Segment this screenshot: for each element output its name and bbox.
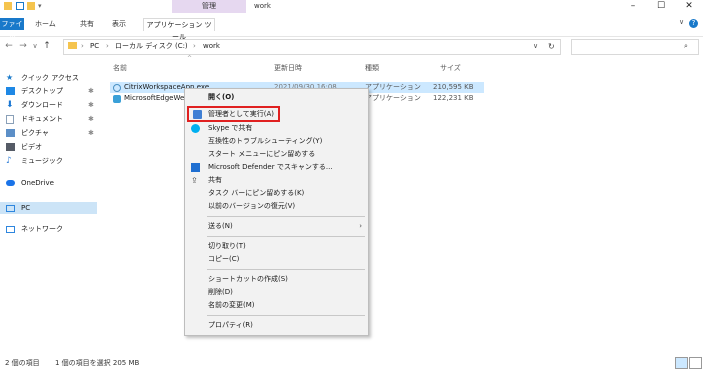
back-button[interactable]: ← [3, 39, 15, 53]
menu-item-copy[interactable]: コピー(C) [185, 253, 368, 266]
menu-item-create-shortcut[interactable]: ショートカットの作成(S) [185, 273, 368, 286]
pin-icon: ✱ [88, 87, 94, 95]
menu-item-pin-to-taskbar[interactable]: タスク バーにピン留めする(K) [185, 187, 368, 200]
menu-item-run-as-admin[interactable]: 管理者として実行(A) [187, 106, 280, 122]
menu-item-delete[interactable]: 削除(D) [185, 286, 368, 299]
status-selection: 1 個の項目を選択 205 MB [55, 359, 140, 367]
tab-home[interactable]: ホーム [35, 18, 56, 30]
context-menu: 開く(O) 管理者として実行(A) Skype で共有 互換性のトラブルシューテ… [184, 88, 369, 336]
music-icon: ♪ [6, 156, 12, 166]
refresh-icon[interactable]: ↻ [548, 40, 555, 53]
breadcrumb-pc[interactable]: PC [90, 40, 99, 53]
manage-context-tab[interactable]: 管理 [172, 0, 246, 13]
sidebar-item-desktop[interactable]: デスクトップ ✱ [0, 85, 100, 97]
submenu-arrow-icon: › [359, 222, 362, 230]
close-button[interactable]: ✕ [676, 0, 702, 13]
pin-icon: ✱ [88, 115, 94, 123]
defender-shield-icon [191, 163, 200, 172]
new-folder-icon[interactable] [27, 2, 35, 10]
menu-item-troubleshoot-compat[interactable]: 互換性のトラブルシューティング(Y) [185, 135, 368, 148]
menu-item-rename[interactable]: 名前の変更(M) [185, 299, 368, 312]
menu-item-open[interactable]: 開く(O) [185, 91, 368, 104]
up-button[interactable]: ↑ [41, 39, 53, 53]
properties-icon[interactable] [16, 2, 24, 10]
forward-button[interactable]: → [17, 39, 29, 53]
pictures-icon [6, 129, 15, 137]
ribbon-expand-icon[interactable]: ∨ [679, 18, 684, 26]
tab-view[interactable]: 表示 [112, 18, 126, 30]
menu-separator [207, 269, 365, 270]
download-icon: ⬇ [6, 100, 14, 110]
folder-icon [4, 2, 12, 10]
column-header-type[interactable]: 種類 [365, 63, 379, 73]
star-icon: ★ [6, 73, 14, 82]
breadcrumb-separator: › [193, 42, 196, 50]
search-input[interactable] [571, 39, 699, 55]
help-icon[interactable]: ? [689, 19, 698, 28]
menu-item-send-to[interactable]: 送る(N) › [185, 220, 368, 233]
sidebar-item-onedrive[interactable]: OneDrive [0, 177, 100, 189]
minimize-button[interactable]: – [620, 0, 646, 13]
sidebar-item-quick-access[interactable]: ★ クイック アクセス [0, 72, 100, 84]
menu-item-cut[interactable]: 切り取り(T) [185, 240, 368, 253]
column-header-size[interactable]: サイズ [440, 63, 461, 73]
sort-arrow-icon: ^ [187, 55, 193, 62]
breadcrumb-work[interactable]: work [203, 40, 220, 53]
document-icon [6, 115, 14, 124]
pin-icon: ✱ [88, 101, 94, 109]
share-icon: ⇪ [191, 176, 198, 185]
video-icon [6, 143, 15, 151]
menu-item-skype-share[interactable]: Skype で共有 [185, 122, 368, 135]
sidebar-item-documents[interactable]: ドキュメント ✱ [0, 113, 100, 125]
tab-share[interactable]: 共有 [80, 18, 94, 30]
column-header-modified[interactable]: 更新日時 [274, 63, 302, 73]
details-view-button[interactable] [675, 357, 688, 369]
sidebar-item-videos[interactable]: ビデオ [0, 141, 100, 153]
breadcrumb-separator: › [81, 42, 84, 50]
maximize-button[interactable]: ☐ [648, 0, 674, 13]
desktop-icon [6, 87, 15, 95]
sidebar-item-downloads[interactable]: ⬇ ダウンロード ✱ [0, 99, 100, 111]
menu-item-pin-to-start[interactable]: スタート メニューにピン留めする [185, 148, 368, 161]
shield-icon [193, 110, 202, 119]
ribbon [0, 14, 703, 37]
file-type: アプリケーション [365, 94, 421, 102]
file-size: 122,231 KB [433, 94, 474, 102]
pin-icon: ✱ [88, 129, 94, 137]
title-bar [0, 0, 703, 13]
file-size: 210,595 KB [433, 83, 474, 91]
search-icon: ⌕ [684, 42, 688, 50]
quick-access-dropdown-icon[interactable]: ▾ [38, 0, 42, 12]
breadcrumb-local-disk[interactable]: ローカル ディスク (C:) [115, 40, 188, 53]
recent-locations-button[interactable]: ∨ [29, 39, 41, 53]
menu-item-defender-scan[interactable]: Microsoft Defender でスキャンする... [185, 161, 368, 174]
menu-item-restore-versions[interactable]: 以前のバージョンの復元(V) [185, 200, 368, 213]
menu-separator [207, 315, 365, 316]
menu-item-share[interactable]: ⇪ 共有 [185, 174, 368, 187]
pc-icon [6, 205, 15, 212]
window-title: work [254, 2, 271, 10]
folder-icon [68, 42, 77, 49]
file-type: アプリケーション [365, 83, 421, 91]
sidebar-item-pictures[interactable]: ピクチャ ✱ [0, 127, 100, 139]
citrix-app-icon [113, 84, 121, 92]
tab-file[interactable]: ファイル [0, 18, 24, 40]
sidebar-item-music[interactable]: ♪ ミュージック [0, 155, 100, 167]
tab-application-tools[interactable]: アプリケーション ツール [143, 18, 215, 41]
menu-separator [207, 236, 365, 237]
sidebar-item-pc[interactable]: PC [0, 202, 97, 214]
sidebar-item-network[interactable]: ネットワーク [0, 223, 100, 235]
menu-item-properties[interactable]: プロパティ(R) [185, 319, 368, 332]
status-item-count: 2 個の項目 [5, 359, 40, 367]
large-icons-view-button[interactable] [689, 357, 702, 369]
skype-icon [191, 124, 200, 133]
breadcrumb-separator: › [106, 42, 109, 50]
network-icon [6, 226, 15, 233]
address-dropdown-icon[interactable]: ∨ [533, 40, 538, 53]
edge-installer-icon [113, 95, 121, 103]
menu-separator [207, 216, 365, 217]
cloud-icon [6, 180, 15, 186]
column-header-name[interactable]: 名前 [113, 63, 127, 73]
